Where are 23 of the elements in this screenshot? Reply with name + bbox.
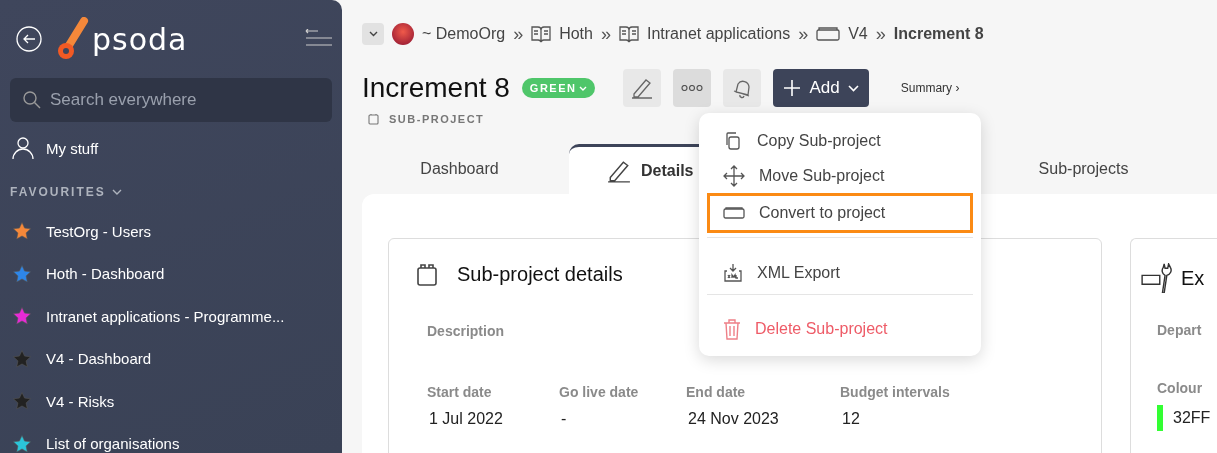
card-title: Ex bbox=[1181, 266, 1205, 290]
favourites-heading: FAVOURITES bbox=[10, 185, 106, 199]
field-value: 1 Jul 2022 bbox=[428, 410, 504, 428]
card-title: Sub-project details bbox=[457, 263, 623, 286]
field-label: Depart bbox=[1157, 322, 1202, 338]
field-value: 32FF bbox=[1172, 409, 1211, 427]
breadcrumb-separator: » bbox=[798, 23, 809, 45]
field-value: 24 Nov 2023 bbox=[687, 410, 780, 428]
field-label: Description bbox=[427, 323, 504, 339]
field-value: - bbox=[560, 410, 568, 428]
field-label: Start date bbox=[427, 384, 493, 400]
field-value: 12 bbox=[841, 410, 861, 428]
breadcrumb-separator: » bbox=[513, 23, 524, 45]
breadcrumb-current: Increment 8 bbox=[893, 25, 984, 43]
type-label: SUB-PROJECT bbox=[389, 113, 485, 125]
logo-text: psoda bbox=[92, 21, 188, 57]
field-label: End date bbox=[686, 384, 747, 400]
breadcrumb-separator: » bbox=[875, 23, 886, 45]
field-label: Go live date bbox=[559, 384, 640, 400]
breadcrumb-separator: » bbox=[600, 23, 611, 45]
field-label: Colour bbox=[1157, 380, 1203, 396]
page-title: Increment 8 bbox=[362, 72, 510, 104]
field-label: Budget intervals bbox=[840, 384, 951, 400]
